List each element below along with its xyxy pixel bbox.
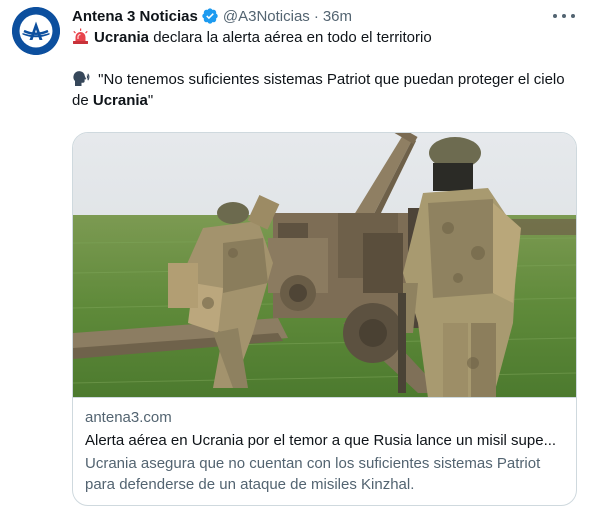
author-handle[interactable]: @A3Noticias — [223, 8, 310, 25]
card-body[interactable]: antena3.com Alerta aérea en Ucrania por … — [85, 407, 565, 495]
tweet-header: Antena 3 Noticias @A3Noticias · 36m — [72, 5, 352, 27]
timestamp[interactable]: 36m — [323, 8, 352, 25]
tweet-line-1: Ucrania declara la alerta aérea en todo … — [72, 27, 572, 48]
speaking-head-emoji-icon — [72, 70, 90, 87]
tweet-line-2: "No tenemos suficientes sistemas Patriot… — [72, 69, 572, 90]
card-description-line-2: para defenderse de un ataque de misiles … — [85, 476, 415, 493]
siren-emoji-icon — [72, 28, 89, 45]
verified-badge-icon — [201, 7, 219, 25]
tweet-bold-ucrania-2: Ucrania — [92, 92, 148, 109]
tweet-line-1-rest: declara la alerta aérea en todo el terri… — [149, 29, 432, 46]
card-title: Alerta aérea en Ucrania por el temor a q… — [85, 432, 557, 449]
antena3-logo-icon — [12, 7, 60, 55]
tweet-text: Ucrania declara la alerta aérea en todo … — [72, 27, 572, 111]
tweet-line-3: de Ucrania" — [72, 90, 572, 111]
tweet-line-3-suffix: " — [147, 92, 154, 109]
link-preview-card[interactable]: antena3.com Alerta aérea en Ucrania por … — [72, 132, 577, 506]
card-domain: antena3.com — [85, 409, 172, 426]
author-display-name[interactable]: Antena 3 Noticias — [72, 8, 198, 25]
tweet-line-2-text: "No tenemos suficientes sistemas Patriot… — [94, 71, 565, 88]
card-image[interactable] — [73, 133, 576, 398]
avatar[interactable] — [12, 7, 60, 55]
separator-dot: · — [313, 7, 319, 25]
tweet-bold-ucrania: Ucrania — [94, 29, 150, 46]
more-options-icon[interactable] — [553, 6, 575, 26]
tweet-line-3-prefix: de — [72, 92, 93, 109]
card-description-line-1: Ucrania asegura que no cuentan con los s… — [85, 455, 541, 472]
tweet[interactable]: Antena 3 Noticias @A3Noticias · 36m Ucra… — [0, 0, 589, 511]
